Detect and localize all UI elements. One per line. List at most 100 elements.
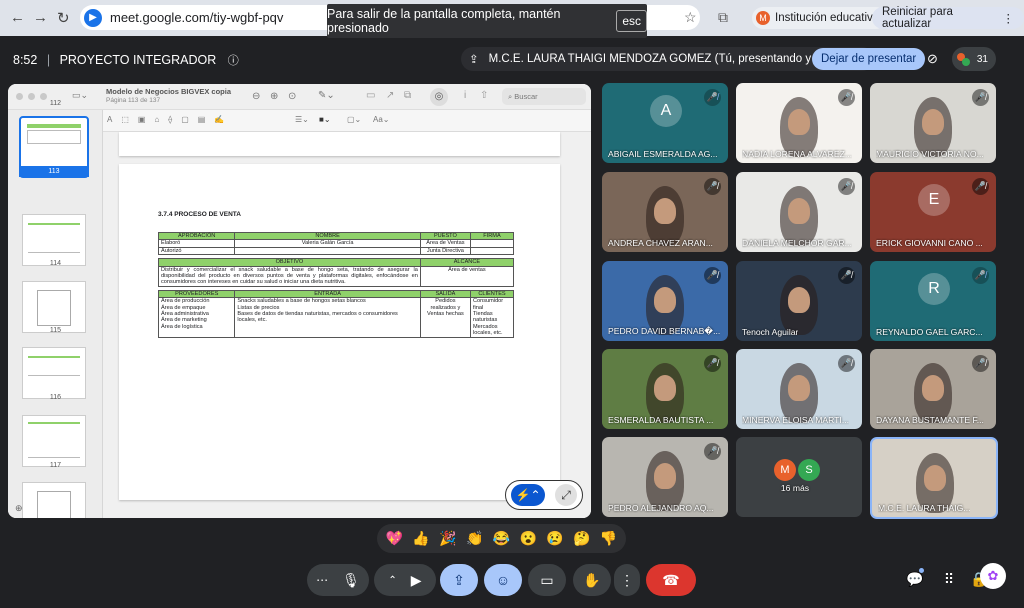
table-cell [234, 246, 421, 256]
hangup-icon: ☎ [662, 571, 680, 588]
zoom-out-icon[interactable]: ⊖ [252, 91, 260, 102]
participant-face [922, 109, 944, 135]
extensions-icon[interactable]: ⧉ [718, 9, 728, 26]
gemini-icon[interactable]: ✿ [980, 563, 1006, 589]
participant-tile[interactable]: NADIA LORENA ALVAREZ... 🎤̸ [736, 83, 862, 163]
thumbnail-115-label: 115 [49, 327, 62, 334]
thumbnail-117[interactable] [22, 415, 86, 467]
zoom-fit-icon[interactable]: ⊙ [288, 91, 296, 102]
present-button[interactable]: ⇪ [440, 564, 478, 596]
participant-tile[interactable]: DANIELA MELCHOR GAR... 🎤̸ [736, 172, 862, 252]
inputs-header: ENTRADA [234, 289, 421, 299]
surprised-icon[interactable]: 😮 [519, 530, 536, 547]
activities-icon[interactable]: ⠿ [938, 568, 960, 590]
thumb-mini-table [27, 130, 81, 144]
more-options-button[interactable]: ⋮ [614, 564, 640, 596]
info-icon[interactable]: i [464, 90, 466, 101]
leave-call-button[interactable]: ☎ [646, 564, 696, 596]
window-minimize-dot[interactable] [28, 93, 35, 100]
thumbnail-116[interactable] [22, 347, 86, 399]
participant-tile[interactable]: MINERVA ELOISA MARTI... 🎤̸ [736, 349, 862, 429]
thumbs-down-icon[interactable]: 👎 [600, 530, 617, 547]
mic-control[interactable]: ⋯ 🎙 [307, 564, 369, 596]
site-info-icon[interactable]: ▶ [84, 8, 102, 27]
chevron-up-icon[interactable]: ⌃ [388, 575, 396, 586]
thumb-mini-table [37, 290, 71, 326]
participant-face [654, 198, 676, 224]
forward-icon[interactable]: → [33, 9, 48, 26]
info-icon[interactable]: ⓘ [228, 55, 239, 67]
participant-tile[interactable]: Tenoch Aguilar 🎤̸ [736, 261, 862, 341]
participant-tile[interactable]: M.C.E. LAURA THAIG... [870, 437, 998, 519]
viewer-search-field[interactable]: ⌕ Buscar [502, 88, 586, 105]
participant-face [788, 109, 810, 135]
more-vert-icon[interactable]: ⋮ [1003, 11, 1015, 25]
rotate-icon[interactable]: ↗ [386, 90, 394, 101]
markup-tools-icon[interactable]: A⬚▣⌂⟠▢▤✍ [107, 115, 233, 124]
party-popper-icon[interactable]: 🎉 [439, 530, 456, 547]
more-audio-icon[interactable]: ⋯ [316, 573, 328, 587]
crop-icon[interactable]: ▭ [366, 90, 375, 101]
url-text: meet.google.com/tiy-wgbf-pqv [110, 10, 284, 25]
share-icon[interactable]: ⇧ [480, 90, 488, 101]
thumbs-up-icon[interactable]: 👍 [412, 530, 429, 547]
profile-chip[interactable]: M Institución educativa [752, 7, 888, 29]
window-close-dot[interactable] [16, 93, 23, 100]
participants-count-chip[interactable]: 31 [952, 47, 996, 71]
participant-tile[interactable]: PEDRO ALEJANDRO AQ... 🎤̸ [602, 437, 728, 517]
raise-hand-button[interactable]: ✋ [573, 564, 611, 596]
camera-icon[interactable]: ▶ [411, 572, 422, 589]
participant-tile[interactable]: DAYANA BUSTAMANTE F... 🎤̸ [870, 349, 996, 429]
annotate-pen-icon[interactable]: ⚡⌃ [511, 484, 545, 506]
participant-tile[interactable]: MAURICIO VICTORIA NO... 🎤̸ [870, 83, 996, 163]
captions-button[interactable]: ▭ [528, 564, 566, 596]
highlight-icon[interactable]: ◎ [430, 88, 448, 106]
clients-header: CLIENTES [470, 289, 514, 299]
name-header: NOMBRE [234, 231, 421, 241]
mic-icon[interactable]: 🎙 [342, 572, 360, 589]
profile-avatar: M [756, 11, 770, 25]
thumbnail-114[interactable] [22, 214, 86, 266]
stop-presenting-button[interactable]: Dejar de presentar [812, 48, 926, 70]
position-header: PUESTO [419, 231, 472, 241]
text-style-icon[interactable]: Aa⌄ [373, 115, 390, 124]
sparkling-heart-icon[interactable]: 💖 [386, 530, 403, 547]
add-page-icon[interactable]: ⊕ [15, 503, 23, 514]
header-separator: | [46, 53, 51, 67]
participant-tile[interactable]: ESMERALDA BAUTISTA ... 🎤̸ [602, 349, 728, 429]
expand-icon[interactable]: ⤢ [555, 484, 577, 506]
laughing-icon[interactable]: 😂 [493, 530, 510, 547]
participant-tile[interactable]: A ABIGAIL ESMERALDA AG... 🎤̸ [602, 83, 728, 163]
line-style-icon[interactable]: ☰⌄ [295, 115, 309, 124]
participant-tile[interactable]: M S 16 más [736, 437, 862, 517]
update-button[interactable]: Reiniciar para actualizar ⋮ [872, 6, 1024, 30]
table-cell: Junta Directiva [419, 246, 472, 256]
markup-pen-icon[interactable]: ✎⌄ [318, 90, 335, 101]
camera-control[interactable]: ⌃ ▶ [374, 564, 436, 596]
page-info: Página 113 de 137 [106, 97, 161, 104]
window-zoom-dot[interactable] [40, 93, 47, 100]
thumbnail-115[interactable] [22, 281, 86, 333]
clapping-icon[interactable]: 👏 [466, 530, 483, 547]
hide-tiles-icon[interactable]: ⊘ [927, 51, 938, 67]
back-icon[interactable]: ← [10, 9, 25, 26]
reload-icon[interactable]: ↻ [57, 9, 70, 27]
thinking-icon[interactable]: 🤔 [573, 530, 590, 547]
thumbnail-118[interactable] [22, 482, 86, 518]
more-vert-icon: ⋮ [620, 571, 634, 588]
table-cell: Área de Ventas [419, 239, 472, 248]
bookmark-star-icon[interactable]: ☆ [684, 9, 697, 26]
reactions-button[interactable]: ☺ [484, 564, 522, 596]
crying-icon[interactable]: 😢 [546, 530, 563, 547]
participant-tile[interactable]: PEDRO DAVID BERNAB�... 🎤̸ [602, 261, 728, 341]
scope-text: Área de ventas [419, 265, 515, 287]
participant-tile[interactable]: E ERICK GIOVANNI CANO ... 🎤̸ [870, 172, 996, 252]
participant-tile[interactable]: R REYNALDO GAEL GARC... 🎤̸ [870, 261, 996, 341]
border-color-icon[interactable]: ■⌄ [319, 115, 331, 124]
participant-tile[interactable]: ANDREA CHAVEZ ARAN... 🎤̸ [602, 172, 728, 252]
meeting-title: PROYECTO INTEGRADOR [59, 53, 217, 67]
annotate-icon[interactable]: ⧉ [404, 90, 411, 101]
fill-color-icon[interactable]: ▢⌄ [347, 115, 361, 124]
mic-off-icon: 🎤̸ [972, 89, 989, 106]
zoom-in-icon[interactable]: ⊕ [270, 91, 278, 102]
